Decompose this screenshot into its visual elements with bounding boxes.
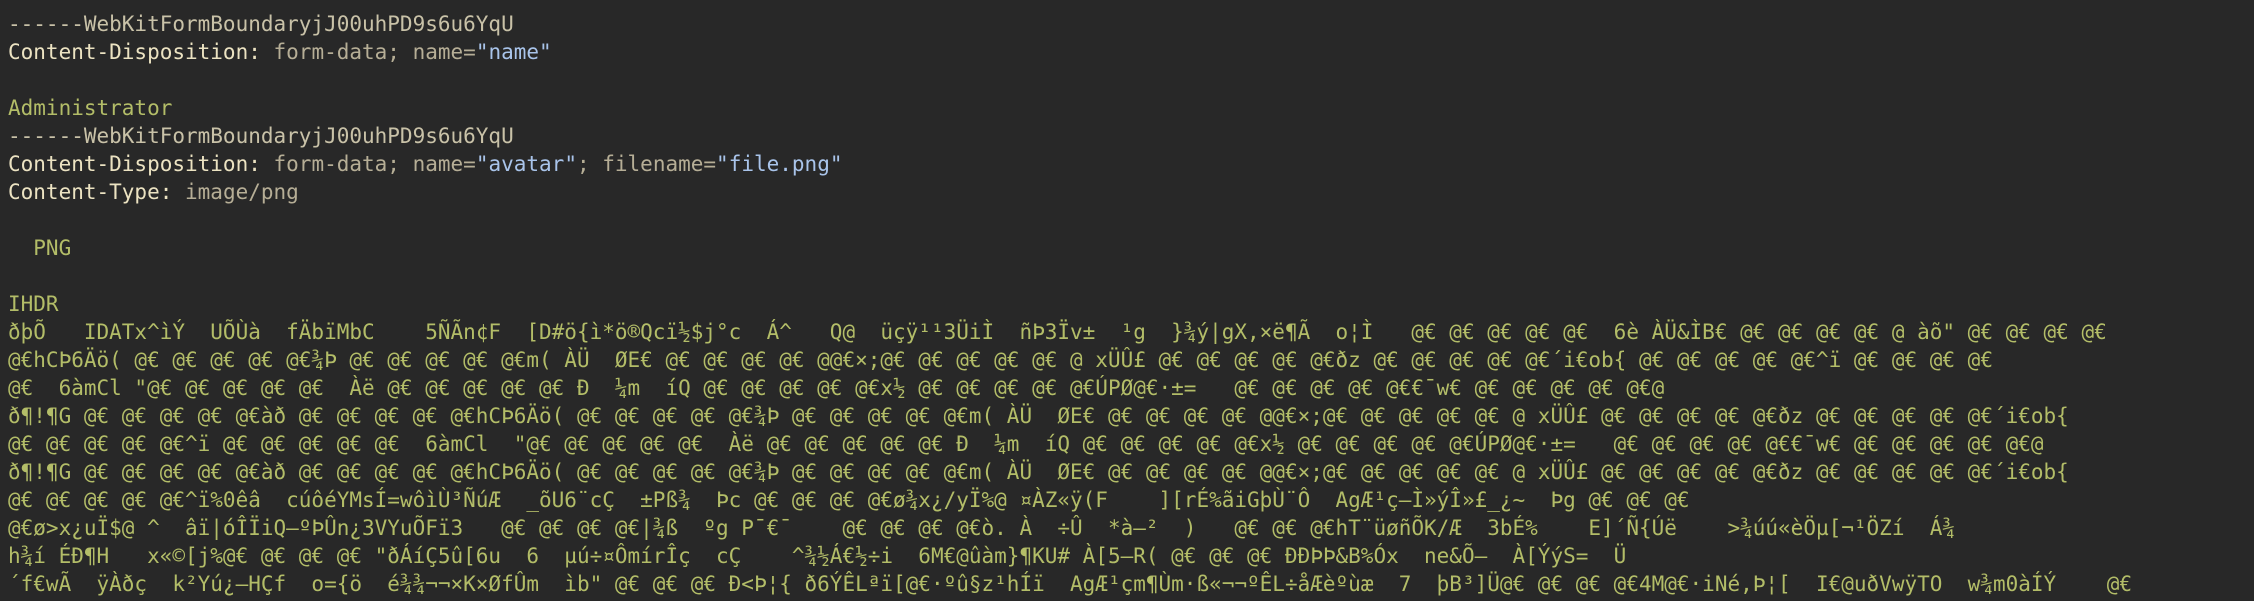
- header-value: form-data; name=: [260, 40, 476, 64]
- binary-line: @€ @€ @€ @€ @€^ï @€ @€ @€ @€ @€ 6àmCl "@…: [8, 432, 2044, 456]
- boundary-line-2: ------WebKitFormBoundaryjJ00uhPD9s6u6YqU: [8, 124, 514, 148]
- binary-line: @€hCÞ6Äö( @€ @€ @€ @€ @€¾Þ @€ @€ @€ @€ @…: [8, 348, 1993, 372]
- binary-line: @€ 6àmCl "@€ @€ @€ @€ @€ Àë @€ @€ @€ @€ …: [8, 376, 1665, 400]
- binary-line: ð¶!¶G @€ @€ @€ @€ @€àð @€ @€ @€ @€ @€hCÞ…: [8, 404, 2069, 428]
- binary-line: ð¶!¶G @€ @€ @€ @€ @€àð @€ @€ @€ @€ @€hCÞ…: [8, 460, 2069, 484]
- form-value-name: Administrator: [8, 96, 173, 120]
- header-key: Content-Disposition:: [8, 40, 261, 64]
- ihdr-chunk-marker: IHDR: [8, 292, 59, 316]
- name-string: "name": [475, 40, 552, 64]
- header-key: Content-Type:: [8, 180, 173, 204]
- name-string: "avatar": [475, 152, 577, 176]
- content-disposition-line-2: Content-Disposition: form-data; name="av…: [8, 150, 2254, 178]
- filename-separator: ; filename=: [576, 152, 717, 176]
- content-disposition-line-1: Content-Disposition: form-data; name="na…: [8, 38, 2254, 66]
- header-key: Content-Disposition:: [8, 152, 261, 176]
- binary-line: @€ @€ @€ @€ @€^ï%0êâ cúôéYMsÍ=wôìÙ³ÑúÆ _…: [8, 488, 1690, 512]
- filename-string: "file.png": [716, 152, 843, 176]
- binary-line: ðþÕ IDATx^ìÝ UÕÙà fÄbïMbC 5ÑÃn¢F [D#ö{ì*…: [8, 320, 2107, 344]
- binary-line: @€ø>x¿uÏ$@ ^ âï|óÎÏiQ–ºÞÛn¿3VYuÕFï3 @€ @…: [8, 516, 1956, 540]
- request-body-viewer[interactable]: ------WebKitFormBoundaryjJ00uhPD9s6u6YqU…: [0, 0, 2254, 601]
- binary-line: ´f€wÃ ÿÀðç k²Yú¿–HÇf o={ö é¾¾¬¬×K×ØfÛm ì…: [8, 572, 2133, 596]
- header-value: form-data; name=: [260, 152, 476, 176]
- content-type-line: Content-Type: image/png: [8, 178, 2254, 206]
- binary-data-block: ðþÕ IDATx^ìÝ UÕÙà fÄbïMbC 5ÑÃn¢F [D#ö{ì*…: [8, 318, 2254, 598]
- header-value: image/png: [172, 180, 299, 204]
- boundary-line-1: ------WebKitFormBoundaryjJ00uhPD9s6u6YqU: [8, 12, 514, 36]
- png-signature: PNG: [8, 236, 72, 260]
- binary-line: h¾í ÉÐ¶H x«©[j%@€ @€ @€ @€ "ðÁíÇ5û[6u 6 …: [8, 544, 1627, 568]
